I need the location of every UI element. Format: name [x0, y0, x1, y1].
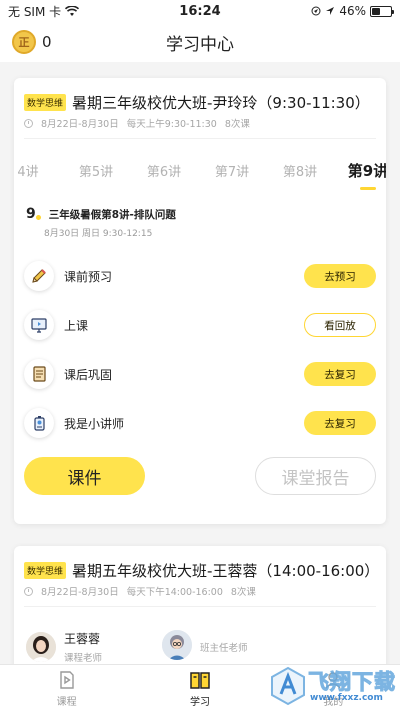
course-lesson-count: 8次课 — [230, 587, 256, 598]
lesson-title-row: 9 三年级暑假第8讲-排队问题 — [26, 206, 176, 222]
monitor-icon — [24, 310, 54, 340]
battery-percent: 46% — [339, 4, 366, 18]
status-bar: 无 SIM 卡 16:24 46% — [0, 0, 400, 22]
step-preview: 课前预习 去预习 — [24, 258, 376, 294]
wifi-icon — [65, 5, 80, 16]
page-title: 学习中心 — [166, 34, 234, 55]
course-title: 暑期三年级校优大班-尹玲玲（9:30-11:30） — [72, 94, 370, 112]
clock-icon — [24, 118, 33, 128]
tab-study[interactable]: 学习 — [133, 665, 266, 711]
person-icon — [325, 672, 341, 689]
status-time: 16:24 — [179, 3, 221, 19]
course-schedule: 每天上午9:30-11:30 — [126, 119, 217, 130]
tab-lesson-8[interactable]: 第8讲 — [266, 161, 334, 180]
courseware-button[interactable]: 课件 — [24, 457, 145, 495]
step-review: 课后巩固 去复习 — [24, 356, 376, 392]
course-card[interactable]: 数学思维 暑期三年级校优大班-尹玲玲（9:30-11:30） 8月22日-8月3… — [14, 78, 386, 524]
step-label: 我是小讲师 — [64, 416, 125, 431]
coin-count: 0 — [42, 33, 52, 51]
carrier-label: 无 SIM 卡 — [8, 4, 62, 19]
course-lesson-count: 8次课 — [224, 119, 250, 130]
course-schedule: 每天下午14:00-16:00 — [126, 587, 223, 598]
status-left: 无 SIM 卡 — [8, 3, 138, 20]
teacher-role: 课程老师 — [64, 653, 103, 664]
coin-icon[interactable]: 正 — [12, 30, 36, 54]
nav-arrow-icon — [326, 7, 335, 15]
pencil-icon — [24, 261, 54, 291]
lesson-name: 三年级暑假第8讲-排队问题 — [48, 208, 176, 221]
lesson-date: 8月30日 周日 9:30-12:15 — [44, 229, 153, 239]
battery-icon — [370, 5, 394, 17]
battery-fill — [372, 7, 381, 15]
preview-button[interactable]: 去预习 — [304, 264, 376, 288]
teacher-name: 王蓉蓉 — [64, 632, 101, 646]
teacher-info: 班主任老师 — [200, 637, 248, 654]
teacher-role: 班主任老师 — [200, 642, 248, 654]
play-doc-icon — [59, 671, 74, 689]
course-card[interactable]: 数学思维 暑期五年级校优大班-王蓉蓉（14:00-16:00） 8月22日-8月… — [14, 546, 386, 676]
course-date-range: 8月22日-8月30日 — [41, 587, 119, 598]
tab-lesson-9[interactable]: 第9讲 — [334, 160, 386, 190]
replay-button[interactable]: 看回放 — [304, 313, 376, 337]
avatar — [26, 632, 56, 662]
tab-label: 课程 — [56, 697, 77, 708]
location-icon — [311, 6, 321, 16]
divider — [24, 138, 376, 139]
course-meta: 8月22日-8月30日 每天上午9:30-11:30 8次课 — [24, 116, 250, 130]
lesson-number: 9 — [26, 206, 36, 222]
course-header: 数学思维 暑期五年级校优大班-王蓉蓉（14:00-16:00） — [24, 560, 379, 581]
step-label: 课前预习 — [64, 269, 113, 284]
notebook-icon — [24, 359, 54, 389]
step-label: 上课 — [64, 318, 89, 333]
divider — [24, 606, 376, 607]
course-title: 暑期五年级校优大班-王蓉蓉（14:00-16:00） — [72, 562, 380, 580]
step-class: 上课 看回放 — [24, 307, 376, 343]
tab-courses[interactable]: 课程 — [0, 665, 133, 711]
status-right: 46% — [262, 4, 394, 18]
class-report-button[interactable]: 课堂报告 — [255, 457, 376, 495]
tab-bar: 课程 学习 我的 — [0, 664, 400, 711]
badge-icon — [24, 408, 54, 438]
subject-tag: 数学思维 — [24, 562, 67, 579]
step-lecturer: 我是小讲师 去复习 — [24, 405, 376, 441]
clock-icon — [24, 586, 33, 596]
lecturer-review-button[interactable]: 去复习 — [304, 411, 376, 435]
open-book-icon — [190, 672, 210, 689]
tab-label: 学习 — [189, 697, 210, 708]
teacher-homeroom: 班主任老师 — [162, 630, 248, 660]
course-header: 数学思维 暑期三年级校优大班-尹玲玲（9:30-11:30） — [24, 92, 370, 113]
course-date-range: 8月22日-8月30日 — [41, 119, 119, 130]
course-meta: 8月22日-8月30日 每天下午14:00-16:00 8次课 — [24, 584, 256, 598]
tab-lesson-4[interactable]: 4讲 — [14, 161, 62, 180]
tab-label: 我的 — [323, 697, 344, 708]
avatar — [162, 630, 192, 660]
teacher-course: 王蓉蓉 课程老师 — [26, 630, 102, 664]
tab-lesson-7[interactable]: 第7讲 — [198, 161, 266, 180]
tab-mine[interactable]: 我的 — [267, 665, 400, 711]
tab-lesson-5[interactable]: 第5讲 — [62, 161, 130, 180]
lesson-number-dot — [35, 214, 41, 220]
teacher-info: 王蓉蓉 课程老师 — [64, 630, 102, 664]
tab-lesson-6[interactable]: 第6讲 — [130, 161, 198, 180]
subject-tag: 数学思维 — [24, 94, 67, 111]
nav-bar: 正 0 学习中心 — [0, 22, 400, 62]
lesson-tabs: 4讲 第5讲 第6讲 第7讲 第8讲 第9讲 — [14, 156, 386, 190]
review-button[interactable]: 去复习 — [304, 362, 376, 386]
step-label: 课后巩固 — [64, 367, 113, 382]
